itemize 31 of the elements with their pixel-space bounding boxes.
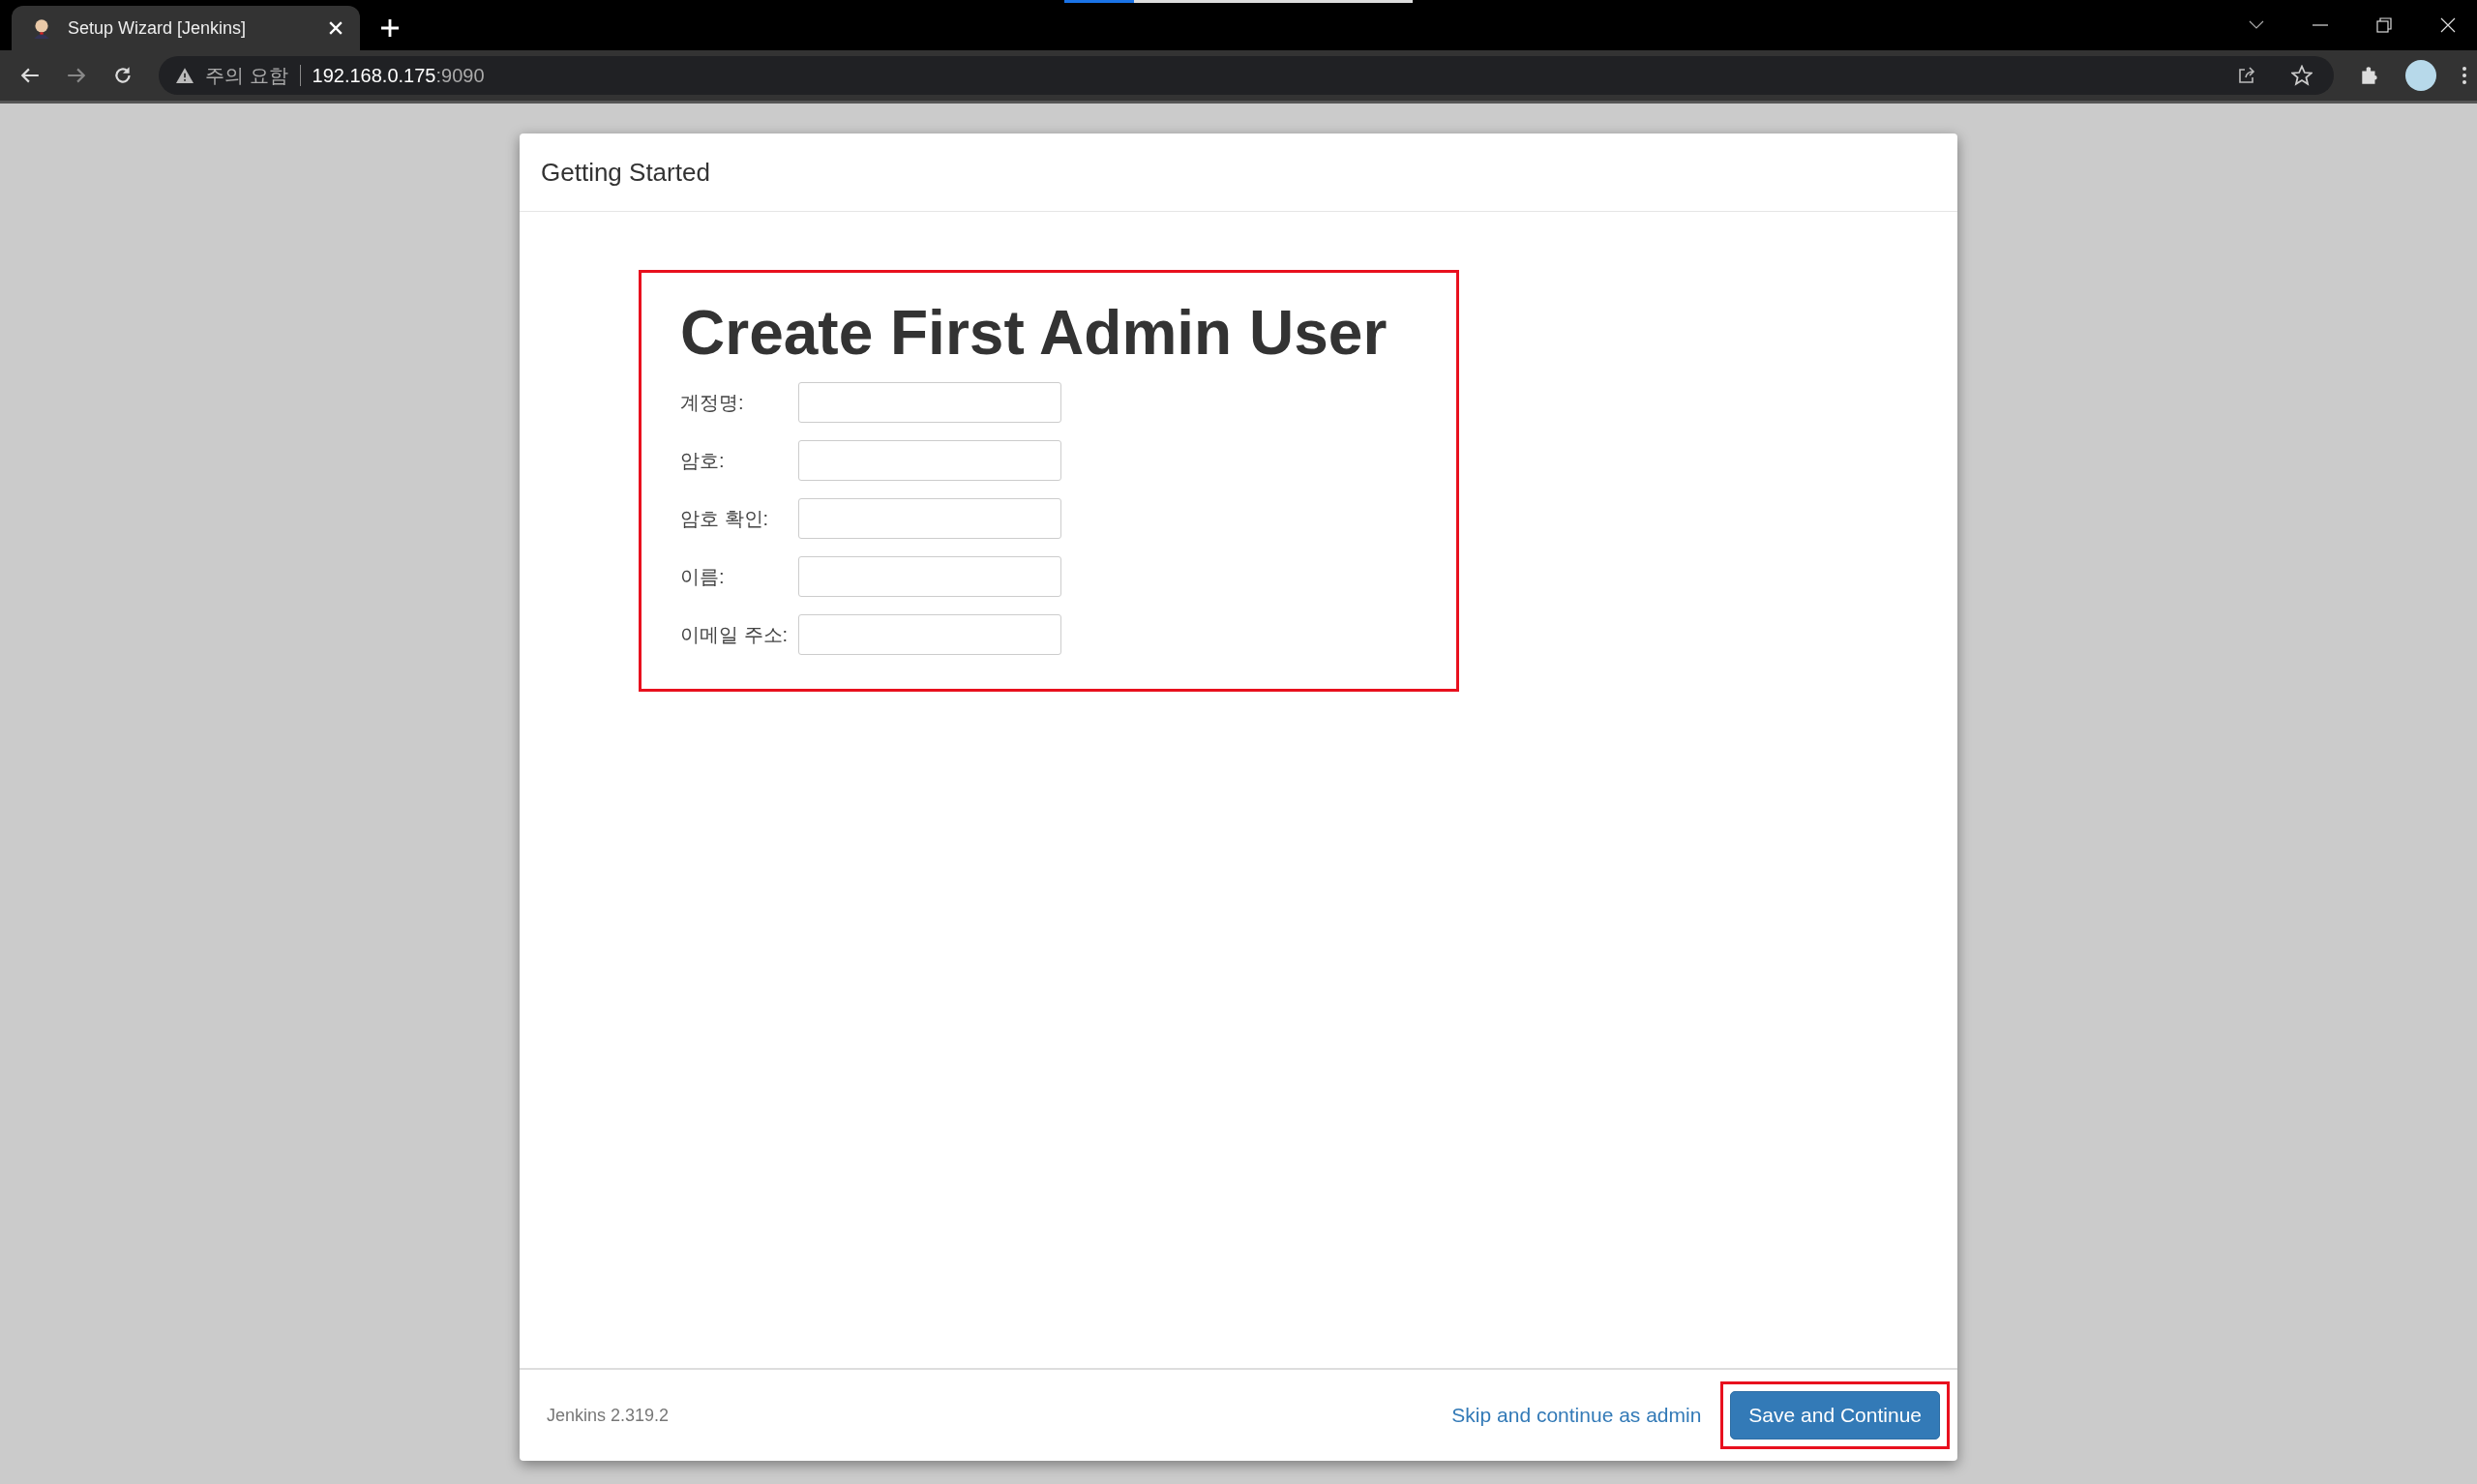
security-warning: 주의 요함 bbox=[205, 63, 288, 88]
input-field[interactable] bbox=[798, 614, 1061, 655]
browser-tab[interactable]: Setup Wizard [Jenkins] bbox=[12, 6, 360, 50]
field-label: 계정명: bbox=[680, 390, 745, 415]
close-icon[interactable] bbox=[2440, 17, 2456, 33]
star-icon[interactable] bbox=[2291, 65, 2313, 86]
puzzle-icon[interactable] bbox=[2359, 65, 2380, 86]
field-label: 암호: bbox=[680, 448, 726, 473]
address-bar[interactable]: 주의 요함 192.168.0.175:9090 bbox=[159, 56, 2334, 95]
warning-icon bbox=[176, 68, 194, 83]
input-field[interactable] bbox=[798, 382, 1061, 423]
save-button[interactable]: Save and Continue bbox=[1730, 1391, 1940, 1439]
input-field[interactable] bbox=[798, 556, 1061, 597]
chevron-down-icon[interactable] bbox=[2249, 20, 2264, 30]
new-tab-icon[interactable] bbox=[381, 19, 399, 37]
reload-icon[interactable] bbox=[112, 65, 134, 86]
page-heading: Create First Admin User bbox=[680, 297, 1388, 370]
url-text: 192.168.0.175:9090 bbox=[312, 64, 485, 87]
input-field[interactable] bbox=[798, 498, 1061, 539]
field-label: 암호 확인: bbox=[680, 506, 770, 531]
dialog-title: Getting Started bbox=[541, 157, 710, 188]
more-icon[interactable] bbox=[2462, 66, 2467, 85]
skip-link[interactable]: Skip and continue as admin bbox=[1451, 1404, 1702, 1427]
version-text: Jenkins 2.319.2 bbox=[547, 1405, 670, 1426]
field-label: 이메일 주소: bbox=[680, 622, 790, 647]
restore-icon[interactable] bbox=[2376, 17, 2392, 33]
share-icon[interactable] bbox=[2237, 66, 2256, 85]
avatar[interactable] bbox=[2405, 60, 2436, 91]
input-field[interactable] bbox=[798, 440, 1061, 481]
field-label: 이름: bbox=[680, 564, 726, 589]
tab-title: Setup Wizard [Jenkins] bbox=[68, 17, 248, 39]
